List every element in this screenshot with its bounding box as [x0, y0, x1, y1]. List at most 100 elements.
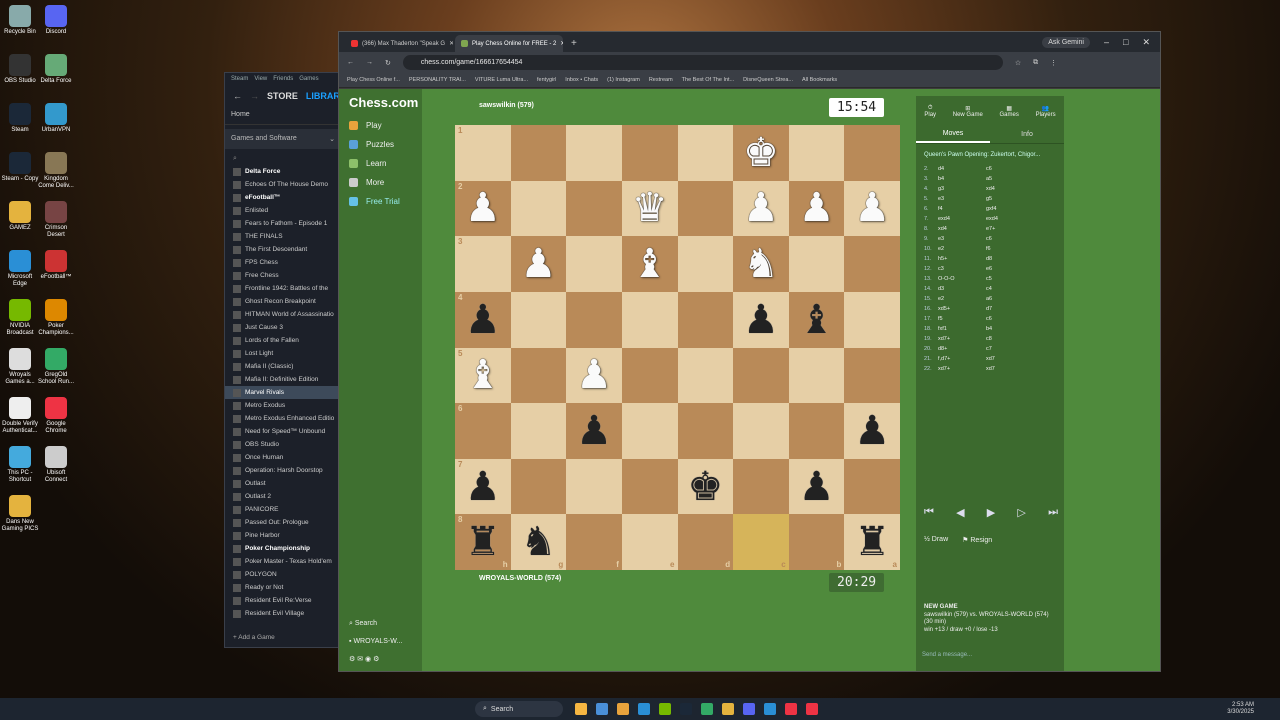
black-pawn-icon[interactable]: ♟: [576, 411, 612, 451]
board-square[interactable]: ♟: [788, 180, 845, 237]
desktop-icon[interactable]: Kingdom Come Deliv...: [36, 152, 76, 190]
black-king-icon[interactable]: ♚: [687, 467, 723, 507]
black-rook-icon[interactable]: ♜: [465, 522, 501, 562]
board-square[interactable]: 3: [455, 236, 511, 292]
steam-game-item[interactable]: Resident Evil Re:Verse: [225, 594, 341, 607]
chess-board[interactable]: 1 ♚ 2 ♟ ♛ ♟ ♟ ♟ 3 ♟ ♝ ♞ 4 ♟ ♟ ♝ 5 ♝ ♟ 6 ♟ ♟ 7 ♟ ♚ ♟ 8 h ♜ g ♞ f e d c b a ♜: [455, 125, 900, 570]
steam-game-item[interactable]: Free Chess: [225, 269, 341, 282]
board-square[interactable]: ♟: [844, 403, 900, 459]
board-square[interactable]: [677, 291, 734, 348]
back-arrow-icon[interactable]: ←: [233, 91, 242, 101]
board-square[interactable]: [788, 236, 845, 292]
desktop-icon[interactable]: Wroyals Games a...: [0, 348, 40, 386]
close-window-icon[interactable]: ✕: [1142, 37, 1150, 48]
taskbar-app-icon[interactable]: [596, 703, 608, 715]
board-square[interactable]: ♛: [621, 180, 678, 237]
forward-icon[interactable]: →: [366, 59, 373, 66]
desktop-icon[interactable]: Steam - Copy: [0, 152, 40, 183]
board-square[interactable]: c: [733, 514, 789, 570]
extensions-icon[interactable]: ⧉: [1033, 59, 1038, 67]
taskbar-app-icon[interactable]: [617, 703, 629, 715]
bookmark-item[interactable]: All Bookmarks: [802, 77, 837, 83]
play-icon[interactable]: ▶: [987, 506, 995, 519]
steam-game-item[interactable]: OBS Studio: [225, 438, 341, 451]
desktop-icon[interactable]: OBS Studio: [0, 54, 40, 85]
minimize-icon[interactable]: –: [1104, 37, 1109, 47]
panel-tab-games[interactable]: ▦ Games: [1000, 105, 1019, 118]
sidebar-item-learn[interactable]: Learn: [339, 154, 422, 173]
board-square[interactable]: ♟: [566, 347, 622, 404]
search-icon[interactable]: ⌕: [225, 153, 341, 165]
white-move[interactable]: f,d7+: [938, 356, 986, 362]
steam-game-item[interactable]: Poker Master - Texas Hold'em: [225, 555, 341, 568]
white-move[interactable]: e2: [938, 246, 986, 252]
steam-game-item[interactable]: Lords of the Fallen: [225, 334, 341, 347]
board-square[interactable]: g ♞: [510, 514, 567, 570]
steam-game-item[interactable]: Mafia II (Classic): [225, 360, 341, 373]
top-player-name[interactable]: sawswilkin (579): [479, 102, 534, 109]
board-square[interactable]: [677, 403, 734, 459]
white-move[interactable]: h5+: [938, 256, 986, 262]
board-square[interactable]: ♚: [733, 125, 789, 181]
desktop-icon[interactable]: GAMEZ: [0, 201, 40, 232]
white-pawn-icon[interactable]: ♟: [854, 188, 890, 228]
board-square[interactable]: [788, 347, 845, 404]
board-square[interactable]: [510, 347, 567, 404]
board-square[interactable]: [510, 125, 567, 181]
bookmark-item[interactable]: Restream: [649, 77, 673, 83]
url-field[interactable]: chess.com/game/166617654454: [402, 55, 1003, 70]
black-move[interactable]: d7: [986, 306, 1030, 312]
steam-game-item[interactable]: Ghost Recon Breakpoint: [225, 295, 341, 308]
board-square[interactable]: [566, 458, 622, 515]
white-move[interactable]: xd7+: [938, 366, 986, 372]
board-square[interactable]: [566, 180, 622, 237]
board-square[interactable]: [566, 236, 622, 292]
steam-game-item[interactable]: Passed Out: Prologue: [225, 516, 341, 529]
desktop-icon[interactable]: Steam: [0, 103, 40, 134]
desktop-icon[interactable]: Ubisoft Connect: [36, 446, 76, 484]
white-move[interactable]: xd4: [938, 226, 986, 232]
board-square[interactable]: [621, 403, 678, 459]
bookmark-item[interactable]: The Best Of The Int...: [682, 77, 734, 83]
black-knight-icon[interactable]: ♞: [521, 522, 557, 562]
black-move[interactable]: a6: [986, 296, 1030, 302]
board-square[interactable]: d: [677, 514, 734, 570]
board-square[interactable]: [621, 458, 678, 515]
panel-tab-new-game[interactable]: ⊞ New Game: [953, 105, 983, 118]
black-pawn-icon[interactable]: ♟: [854, 411, 890, 451]
steam-game-item[interactable]: FPS Chess: [225, 256, 341, 269]
board-square[interactable]: [566, 125, 622, 181]
black-move[interactable]: d8: [986, 256, 1030, 262]
board-square[interactable]: ♝: [788, 291, 845, 348]
steam-game-item[interactable]: Operation: Harsh Doorstop: [225, 464, 341, 477]
desktop-icon[interactable]: Poker Champions...: [36, 299, 76, 337]
black-move[interactable]: c6: [986, 316, 1030, 322]
black-move[interactable]: e6: [986, 266, 1030, 272]
desktop-icon[interactable]: GregOld School Run...: [36, 348, 76, 386]
desktop-icon[interactable]: eFootball™: [36, 250, 76, 281]
white-move[interactable]: g3: [938, 186, 986, 192]
board-square[interactable]: a ♜: [844, 514, 900, 570]
desktop-icon[interactable]: NVIDIA Broadcast: [0, 299, 40, 337]
tab-moves[interactable]: Moves: [916, 126, 990, 143]
board-square[interactable]: [677, 236, 734, 292]
taskbar-app-icon[interactable]: [806, 703, 818, 715]
white-move[interactable]: d8+: [938, 346, 986, 352]
board-square[interactable]: ♟: [733, 180, 789, 237]
steam-menu-item[interactable]: View: [254, 76, 267, 84]
board-square[interactable]: [621, 291, 678, 348]
board-square[interactable]: [621, 125, 678, 181]
steam-store-tab[interactable]: STORE: [267, 91, 298, 101]
white-move[interactable]: e3: [938, 236, 986, 242]
board-square[interactable]: [844, 291, 900, 348]
menu-icon[interactable]: ⋮: [1050, 59, 1057, 67]
black-move[interactable]: gxf4: [986, 206, 1030, 212]
tab-chess[interactable]: Play Chess Online for FREE - 2 ✕: [455, 35, 563, 52]
board-square[interactable]: 7 ♟: [455, 458, 511, 515]
desktop-icon[interactable]: Google Chrome: [36, 397, 76, 435]
white-pawn-icon[interactable]: ♟: [465, 188, 501, 228]
back-icon[interactable]: ←: [347, 59, 354, 66]
white-move[interactable]: e2: [938, 296, 986, 302]
board-square[interactable]: [733, 458, 789, 515]
board-square[interactable]: 4 ♟: [455, 291, 511, 348]
